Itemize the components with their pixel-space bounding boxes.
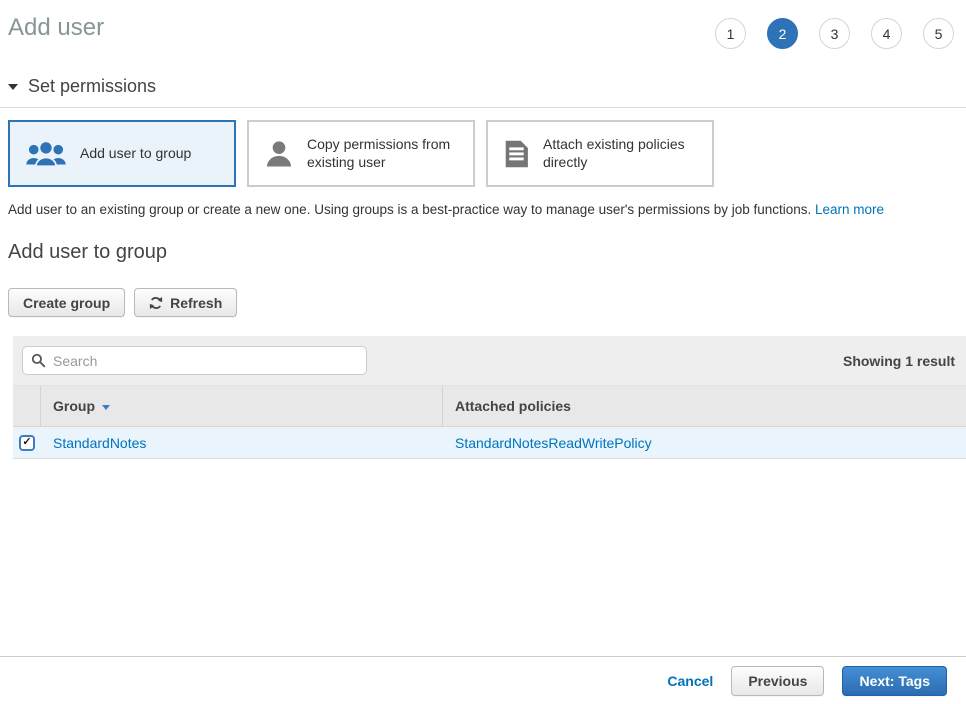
- row-checkbox[interactable]: ✓: [19, 435, 35, 451]
- refresh-button[interactable]: Refresh: [134, 288, 237, 317]
- refresh-button-label: Refresh: [170, 295, 222, 311]
- option-label: Copy permissions from existing user: [307, 136, 463, 171]
- search-icon: [31, 353, 46, 371]
- set-permissions-section-header[interactable]: Set permissions: [0, 76, 966, 108]
- groups-table: Showing 1 result Group Attached policies…: [13, 336, 966, 459]
- select-all-column: [13, 386, 41, 426]
- collapse-arrow-icon: [8, 84, 18, 90]
- page-title: Add user: [8, 14, 104, 42]
- option-add-user-to-group[interactable]: Add user to group: [8, 120, 236, 187]
- wizard-step-1: 1: [715, 18, 746, 49]
- wizard-step-4: 4: [871, 18, 902, 49]
- option-attach-policies[interactable]: Attach existing policies directly: [486, 120, 714, 187]
- option-copy-permissions[interactable]: Copy permissions from existing user: [247, 120, 475, 187]
- wizard-steps: 1 2 3 4 5: [715, 18, 954, 49]
- page-header: Add user 1 2 3 4 5: [0, 0, 966, 49]
- wizard-step-3: 3: [819, 18, 850, 49]
- wizard-footer: Cancel Previous Next: Tags: [0, 656, 966, 704]
- learn-more-link[interactable]: Learn more: [815, 202, 884, 217]
- sort-desc-icon: [102, 405, 110, 410]
- search-box: [22, 346, 367, 375]
- wizard-step-5: 5: [923, 18, 954, 49]
- option-label: Attach existing policies directly: [543, 136, 702, 171]
- row-policy-cell: StandardNotesReadWritePolicy: [443, 427, 966, 458]
- search-input[interactable]: [22, 346, 367, 375]
- attached-policy-link[interactable]: StandardNotesReadWritePolicy: [455, 435, 652, 451]
- previous-button[interactable]: Previous: [731, 666, 824, 696]
- wizard-step-2-active: 2: [767, 18, 798, 49]
- add-user-to-group-heading: Add user to group: [8, 241, 966, 264]
- row-group-cell: StandardNotes: [41, 427, 443, 458]
- row-checkbox-cell: ✓: [13, 427, 41, 458]
- column-header-attached-policies: Attached policies: [443, 386, 966, 426]
- next-tags-button[interactable]: Next: Tags: [842, 666, 947, 696]
- user-icon: [264, 139, 294, 169]
- description-text: Add user to an existing group or create …: [8, 202, 815, 217]
- group-icon: [25, 139, 67, 169]
- cancel-link[interactable]: Cancel: [667, 673, 713, 689]
- column-header-group-label: Group: [53, 398, 95, 414]
- group-name-link[interactable]: StandardNotes: [53, 435, 146, 451]
- permissions-description: Add user to an existing group or create …: [8, 202, 954, 217]
- group-actions: Create group Refresh: [8, 288, 966, 317]
- table-toolbar: Showing 1 result: [13, 336, 966, 386]
- permission-option-cards: Add user to group Copy permissions from …: [8, 120, 966, 187]
- table-header-row: Group Attached policies: [13, 386, 966, 427]
- section-title: Set permissions: [28, 76, 156, 97]
- option-label: Add user to group: [80, 145, 191, 163]
- table-row-standardnotes[interactable]: ✓ StandardNotes StandardNotesReadWritePo…: [13, 427, 966, 459]
- policy-document-icon: [503, 139, 530, 169]
- refresh-icon: [149, 296, 163, 310]
- results-count: Showing 1 result: [843, 353, 955, 369]
- column-header-group[interactable]: Group: [41, 386, 443, 426]
- create-group-button[interactable]: Create group: [8, 288, 125, 317]
